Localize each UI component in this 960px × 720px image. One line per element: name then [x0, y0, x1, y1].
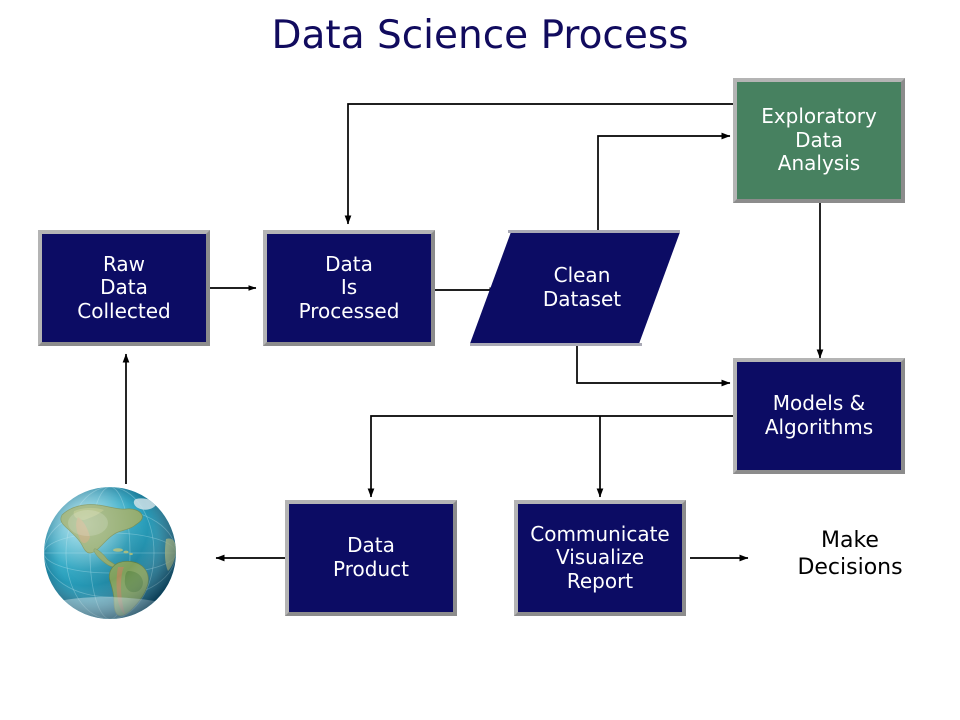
globe-continents — [44, 487, 176, 619]
node-exploratory-data-analysis[interactable]: Exploratory Data Analysis — [733, 78, 905, 203]
node-data-is-processed[interactable]: Data Is Processed — [263, 230, 435, 346]
node-models-and-algorithms-label: Models & Algorithms — [764, 391, 874, 439]
node-make-decisions: Make Decisions — [797, 528, 903, 580]
link-clean-dataset-to-models — [576, 344, 731, 387]
node-clean-dataset[interactable]: Clean Dataset — [470, 230, 680, 346]
node-data-is-processed-label: Data Is Processed — [298, 251, 400, 323]
page-title: Data Science Process — [271, 13, 689, 58]
node-raw-data-collected-label: Raw Data Collected — [77, 251, 171, 323]
node-exploratory-data-analysis-label: Exploratory Data Analysis — [761, 104, 877, 176]
globe-icon — [44, 487, 176, 619]
link-clean-dataset-to-eda — [597, 132, 731, 232]
node-communicate-visualize-report-label: Communicate Visualize Report — [530, 521, 670, 593]
node-data-product[interactable]: Data Product — [285, 500, 457, 616]
node-communicate-visualize-report[interactable]: Communicate Visualize Report — [514, 500, 686, 616]
node-data-product-label: Data Product — [333, 533, 409, 581]
node-models-and-algorithms[interactable]: Models & Algorithms — [733, 358, 905, 474]
link-eda-to-data-processed — [344, 103, 737, 225]
node-clean-dataset-label: Clean Dataset — [542, 263, 622, 311]
link-models-to-data-product — [367, 415, 737, 498]
node-raw-data-collected[interactable]: Raw Data Collected — [38, 230, 210, 346]
diagram-canvas: Data Science Process Raw Data Collected … — [0, 0, 960, 720]
